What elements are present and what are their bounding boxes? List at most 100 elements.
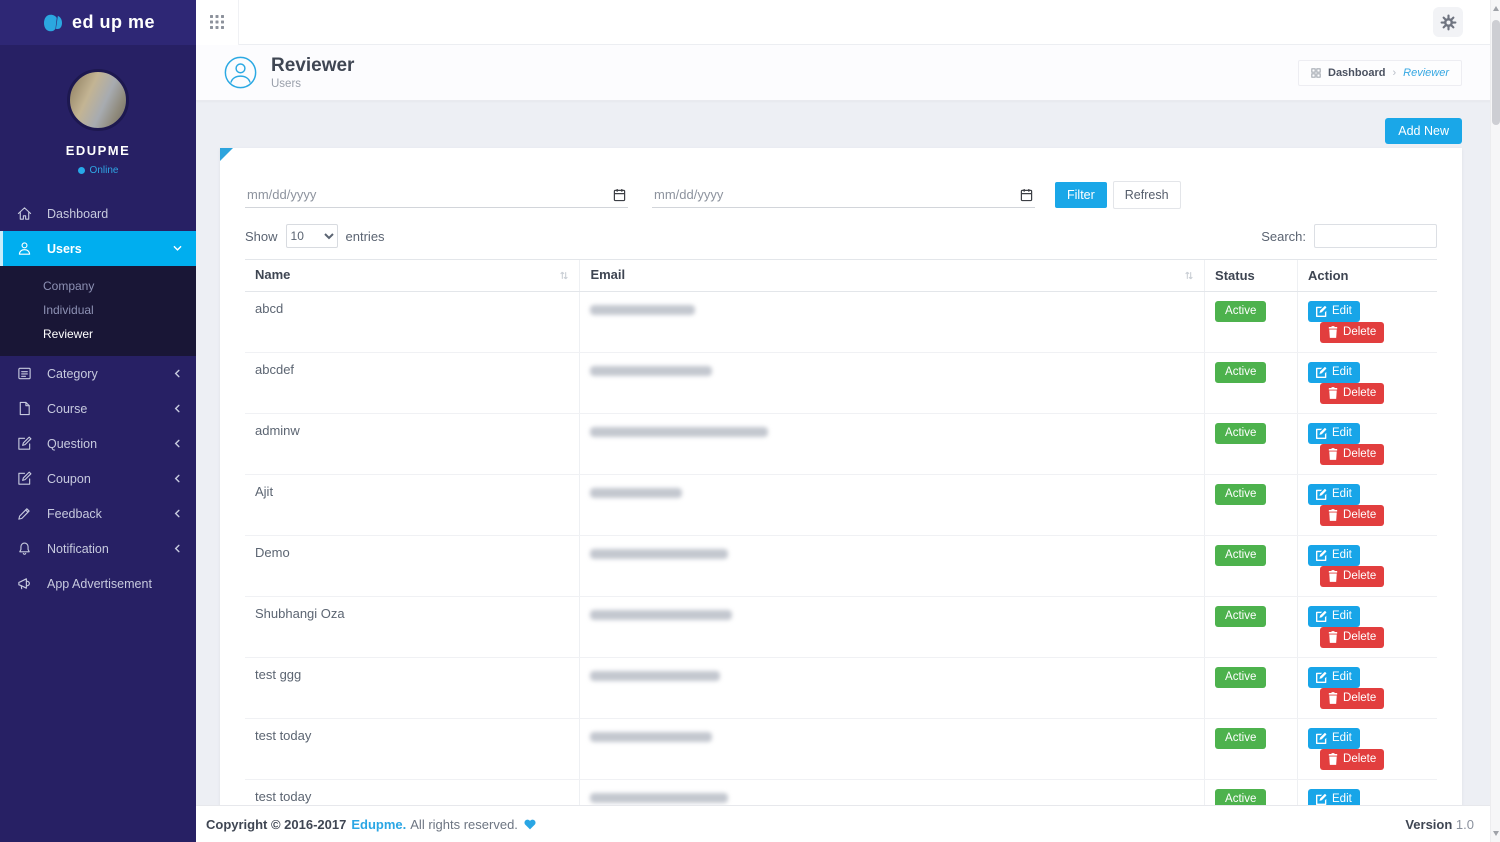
sidebar-item-users[interactable]: Users [0,231,196,266]
status-active-button[interactable]: Active [1215,728,1266,749]
column-header-status[interactable]: Status [1205,260,1298,292]
delete-button[interactable]: Delete [1320,383,1384,404]
sort-icon[interactable] [559,269,569,284]
app-logo[interactable]: ed up me [0,0,196,45]
delete-button[interactable]: Delete [1320,505,1384,526]
status-active-button[interactable]: Active [1215,606,1266,627]
delete-button[interactable]: Delete [1320,322,1384,343]
edit-button[interactable]: Edit [1308,606,1360,627]
breadcrumb-dashboard[interactable]: Dashboard [1328,67,1385,79]
filter-row: Filter Refresh [245,181,1437,209]
page-size-select[interactable]: 10 [286,224,338,248]
scrollbar-thumb[interactable] [1492,20,1500,125]
filter-button[interactable]: Filter [1055,182,1107,208]
cell-name: abcd [245,292,580,353]
settings-button[interactable] [1433,7,1463,37]
entries-label: entries [346,229,385,244]
table-row: Ajit Active EditDelete [245,475,1437,536]
version-text: Version 1.0 [1405,817,1474,832]
status-active-button[interactable]: Active [1215,667,1266,688]
trash-icon [1328,448,1338,460]
breadcrumb-current[interactable]: Reviewer [1403,67,1449,79]
date-from-field [245,182,628,208]
redacted-email [590,732,712,742]
calendar-icon[interactable] [613,188,626,202]
delete-button[interactable]: Delete [1320,566,1384,587]
refresh-button[interactable]: Refresh [1113,181,1181,209]
edit-button[interactable]: Edit [1308,301,1360,322]
course-icon [17,401,33,417]
sidebar-item-app-advertisement[interactable]: App Advertisement [0,566,196,601]
edit-icon [1316,367,1327,378]
profile-block: EDUPME Online [0,45,196,196]
edit-icon [1316,428,1327,439]
scrollbar[interactable] [1490,0,1500,842]
date-to-input[interactable] [654,187,1020,202]
cell-email [580,292,1205,353]
status-active-button[interactable]: Active [1215,423,1266,444]
sidebar-item-label: App Advertisement [47,577,152,591]
edit-button[interactable]: Edit [1308,545,1360,566]
date-from-input[interactable] [247,187,613,202]
sidebar-subitem-reviewer[interactable]: Reviewer [0,322,196,346]
sidebar-item-notification[interactable]: Notification [0,531,196,566]
scroll-up-icon[interactable] [1493,6,1499,11]
edit-button[interactable]: Edit [1308,667,1360,688]
status-active-button[interactable]: Active [1215,362,1266,383]
sidebar-item-course[interactable]: Course [0,391,196,426]
sidebar-item-category[interactable]: Category [0,356,196,391]
trash-icon [1328,387,1338,399]
delete-button[interactable]: Delete [1320,627,1384,648]
logo-text: ed up me [72,12,155,33]
show-label: Show [245,229,278,244]
cell-email [580,597,1205,658]
sidebar-item-label: Notification [47,542,109,556]
heart-icon [524,819,536,830]
trash-icon [1328,692,1338,704]
edit-button[interactable]: Edit [1308,423,1360,444]
delete-button[interactable]: Delete [1320,444,1384,465]
sidebar-item-label: Category [47,367,98,381]
scroll-down-icon[interactable] [1493,831,1499,836]
delete-button[interactable]: Delete [1320,749,1384,770]
sidebar-item-question[interactable]: Question [0,426,196,461]
column-header-name[interactable]: Name [245,260,580,292]
edit-button[interactable]: Edit [1308,362,1360,383]
table-row: DemoActiveEditDelete [245,536,1437,597]
chevron-left-icon [173,509,182,518]
sidebar-item-dashboard[interactable]: Dashboard [0,196,196,231]
edit-icon [1316,733,1327,744]
sidebar-item-coupon[interactable]: Coupon [0,461,196,496]
cell-action: EditDelete [1298,353,1437,414]
sidebar-subitem-company[interactable]: Company [0,274,196,298]
cell-action: EditDelete [1298,719,1437,780]
footer-brand-link[interactable]: Edupme. [351,817,406,832]
sidebar-subitem-individual[interactable]: Individual [0,298,196,322]
status-active-button[interactable]: Active [1215,484,1266,505]
table-row: Shubhangi OzaActiveEditDelete [245,597,1437,658]
content-area: Add New Filter Refresh [196,101,1500,842]
edit-button[interactable]: Edit [1308,728,1360,749]
notification-icon [17,541,33,557]
sidebar-item-feedback[interactable]: Feedback [0,496,196,531]
sidebar-item-label: Course [47,402,87,416]
edit-icon [1316,794,1327,805]
sort-icon[interactable] [1184,269,1194,284]
column-header-email[interactable]: Email [580,260,1205,292]
add-new-button[interactable]: Add New [1385,118,1462,144]
status-active-button[interactable]: Active [1215,301,1266,322]
sidebar-item-label: Users [47,242,82,256]
cell-email [580,353,1205,414]
delete-button[interactable]: Delete [1320,688,1384,709]
redacted-email [590,427,768,437]
search-input[interactable] [1314,224,1437,248]
status-active-button[interactable]: Active [1215,545,1266,566]
chevron-down-icon [173,244,182,253]
menu-toggle-button[interactable] [196,0,239,45]
cell-name: Ajit [245,475,580,536]
cell-name: test ggg [245,658,580,719]
calendar-icon[interactable] [1020,188,1033,202]
column-header-action[interactable]: Action [1298,260,1437,292]
chevron-left-icon [173,474,182,483]
edit-button[interactable]: Edit [1308,484,1360,505]
